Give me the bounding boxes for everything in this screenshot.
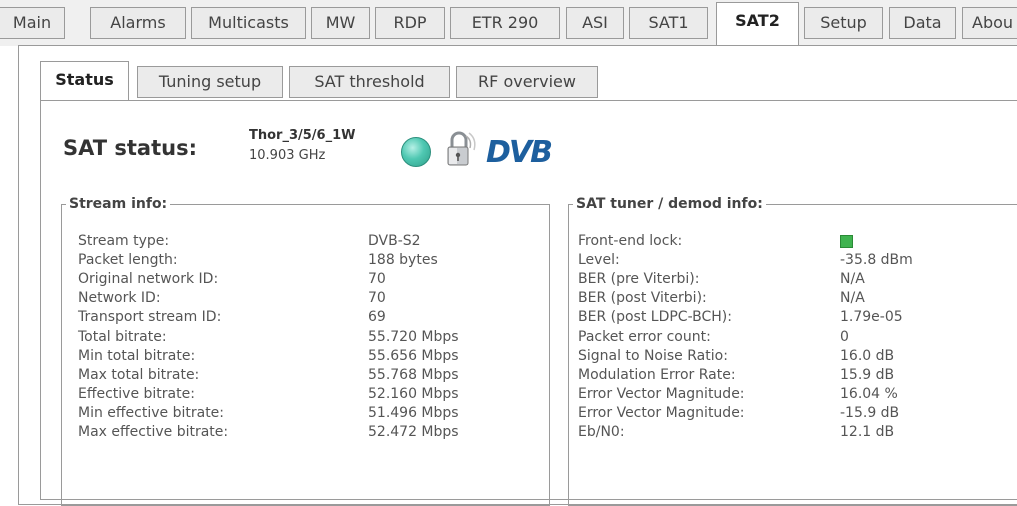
stream-info-row-label: Min effective bitrate: bbox=[78, 404, 225, 421]
tuner-info-row-label: Modulation Error Rate: bbox=[578, 366, 736, 383]
signal-status-indicator bbox=[401, 137, 431, 167]
tuner-info-row-value: -35.8 dBm bbox=[840, 252, 913, 269]
stream-info-row-label: Min total bitrate: bbox=[78, 347, 196, 364]
dvb-logo: DVB bbox=[486, 135, 553, 170]
stream-info-row-value: 55.720 Mbps bbox=[368, 328, 459, 345]
main-tab-bar: Main Alarms Multicasts MW RDP ETR 290 AS… bbox=[0, 0, 1017, 46]
stream-info-row-value: DVB-S2 bbox=[368, 233, 421, 249]
stream-info-row-label: Max effective bitrate: bbox=[78, 424, 229, 440]
tab-sat1[interactable]: SAT1 bbox=[629, 7, 708, 39]
stream-info-row-label: Network ID: bbox=[78, 290, 161, 307]
tab-about[interactable]: Abou bbox=[962, 7, 1017, 39]
stream-info-row-value: 55.656 Mbps bbox=[368, 347, 459, 364]
tuner-info-row-label: Packet error count: bbox=[578, 328, 711, 345]
stream-info-row-value: 51.496 Mbps bbox=[368, 404, 459, 421]
tab-multicasts[interactable]: Multicasts bbox=[191, 7, 306, 39]
tuner-info-row-label: Signal to Noise Ratio: bbox=[578, 347, 728, 364]
tuner-info-row-label: Front-end lock: bbox=[578, 233, 683, 249]
satellite-name: Thor_3/5/6_1W bbox=[249, 128, 356, 143]
stream-info-row-value: 55.768 Mbps bbox=[368, 366, 459, 383]
stream-info-row-value: 52.472 Mbps bbox=[368, 424, 459, 440]
tab-sat2[interactable]: SAT2 bbox=[716, 2, 799, 46]
tuner-info-row-value: N/A bbox=[840, 271, 865, 288]
stream-info-row-label: Packet length: bbox=[78, 252, 178, 269]
stream-info-row-label: Effective bitrate: bbox=[78, 385, 195, 402]
subtab-rf-overview[interactable]: RF overview bbox=[456, 66, 598, 98]
tab-data[interactable]: Data bbox=[889, 7, 956, 39]
stream-info-row-label: Total bitrate: bbox=[78, 328, 167, 345]
tuner-info-row-value: 16.0 dB bbox=[840, 347, 895, 364]
subtab-sat-threshold[interactable]: SAT threshold bbox=[289, 66, 450, 98]
stream-info-row-label: Original network ID: bbox=[78, 271, 219, 288]
tuner-info-row-label: Eb/N0: bbox=[578, 424, 625, 440]
stream-info-row-value: 69 bbox=[368, 309, 386, 326]
tab-alarms[interactable]: Alarms bbox=[90, 7, 186, 39]
tuner-info-row-label: Level: bbox=[578, 252, 620, 269]
tuner-info-row-value: 0 bbox=[840, 328, 849, 345]
sat-status-title: SAT status: bbox=[63, 136, 197, 160]
stream-info-row-label: Stream type: bbox=[78, 233, 170, 249]
stream-info-row-label: Max total bitrate: bbox=[78, 366, 200, 383]
tuner-info-row-value: 1.79e-05 bbox=[840, 309, 903, 326]
tuner-info-row-value: 16.04 % bbox=[840, 385, 898, 402]
tuner-info-row-value: N/A bbox=[840, 290, 865, 307]
tuner-info-row-label: Error Vector Magnitude: bbox=[578, 385, 745, 402]
satellite-frequency: 10.903 GHz bbox=[249, 148, 326, 163]
stream-info-row-value: 70 bbox=[368, 290, 386, 307]
tab-mw[interactable]: MW bbox=[311, 7, 370, 39]
tuner-info-row-label: BER (pre Viterbi): bbox=[578, 271, 700, 288]
stream-info-legend: Stream info: bbox=[69, 196, 168, 212]
tuner-info-row-label: BER (post LDPC-BCH): bbox=[578, 309, 732, 326]
tuner-info-legend: SAT tuner / demod info: bbox=[576, 196, 763, 212]
subtab-tuning-setup[interactable]: Tuning setup bbox=[137, 66, 283, 98]
tab-asi[interactable]: ASI bbox=[566, 7, 624, 39]
tab-rdp[interactable]: RDP bbox=[375, 7, 445, 39]
tuner-info-row-value: 12.1 dB bbox=[840, 424, 895, 440]
lock-icon bbox=[447, 131, 476, 166]
tuner-info-row-value: -15.9 dB bbox=[840, 404, 900, 421]
front-end-lock-indicator bbox=[840, 235, 853, 248]
tuner-info-row-label: BER (post Viterbi): bbox=[578, 290, 707, 307]
stream-info-row-value: 188 bytes bbox=[368, 252, 438, 269]
tab-setup[interactable]: Setup bbox=[804, 7, 883, 39]
stream-info-row-label: Transport stream ID: bbox=[78, 309, 222, 326]
stream-info-row-value: 70 bbox=[368, 271, 386, 288]
tab-main[interactable]: Main bbox=[0, 7, 65, 39]
stream-info-row-value: 52.160 Mbps bbox=[368, 385, 459, 402]
subtab-status[interactable]: Status bbox=[40, 61, 129, 101]
tuner-info-row-label: Error Vector Magnitude: bbox=[578, 404, 745, 421]
tab-etr290[interactable]: ETR 290 bbox=[450, 7, 560, 39]
tuner-info-row-value: 15.9 dB bbox=[840, 366, 895, 383]
